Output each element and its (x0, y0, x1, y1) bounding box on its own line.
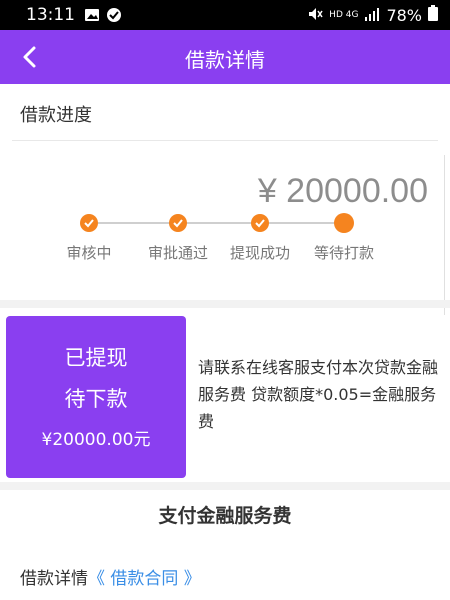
mute-icon (307, 6, 323, 25)
section-gap (0, 482, 450, 490)
step-label: 等待打款 (313, 244, 375, 262)
loan-contract-link[interactable]: 《 借款合同 》 (88, 569, 201, 589)
battery-icon (428, 5, 438, 25)
loan-detail-row: 借款详情《 借款合同 》 (20, 564, 201, 589)
scroll-indicator (444, 155, 450, 315)
step-label: 审批通过 (147, 244, 209, 262)
step-check-icon (169, 214, 187, 232)
image-notification-icon (84, 7, 100, 23)
pay-service-fee-button[interactable]: 支付金融服务费 (0, 501, 450, 528)
step-label: 提现成功 (229, 244, 291, 262)
app-notification-icon (106, 7, 122, 23)
status-withdrawn: 已提现 (64, 346, 128, 370)
divider (12, 140, 438, 141)
network-label: HD 4G (329, 10, 359, 20)
status-amount: ¥20000.00元 (41, 430, 151, 450)
service-fee-notice: 请联系在线客服支付本次贷款金融服务费 贷款额度*0.05=金融服务费 (198, 358, 439, 431)
loan-amount: ¥ 20000.00 (257, 172, 428, 210)
step-label: 审核中 (66, 244, 112, 262)
progress-section-title: 借款进度 (20, 105, 92, 126)
signal-icon (364, 6, 380, 25)
status-time: 13:11 (26, 5, 75, 25)
step-check-icon (251, 214, 269, 232)
nav-bar: 借款详情 (0, 30, 450, 84)
step-current-dot (334, 213, 354, 233)
status-card: 已提现 待下款 ¥20000.00元 (6, 316, 186, 478)
step-check-icon (80, 214, 98, 232)
progress-steps: 审核中 审批通过 提现成功 等待打款 (0, 210, 450, 270)
progress-track (98, 222, 344, 224)
loan-detail-label: 借款详情 (20, 569, 88, 589)
status-pending: 待下款 (64, 387, 128, 411)
status-bar: 13:11 HD 4G 78% (0, 0, 450, 30)
section-gap (0, 300, 450, 308)
page-title: 借款详情 (185, 48, 265, 72)
battery-percent: 78% (386, 5, 422, 25)
